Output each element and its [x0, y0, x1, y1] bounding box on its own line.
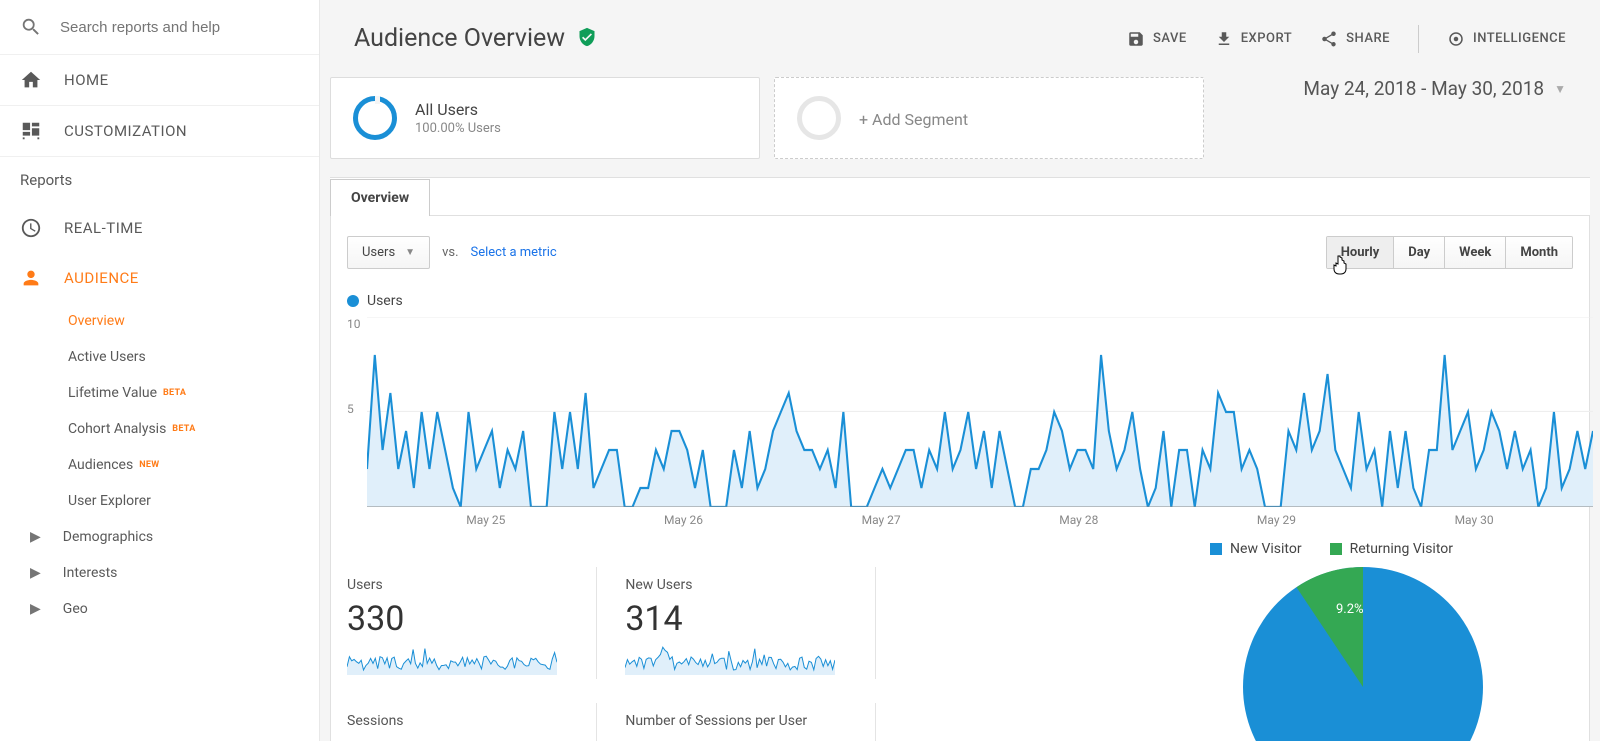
header-bar: Audience Overview SAVE EXPORT SHARE — [320, 0, 1600, 77]
export-icon — [1215, 30, 1233, 48]
granularity-switch: Hourly Day Week Month — [1326, 236, 1573, 269]
sidebar-item-customization[interactable]: CUSTOMIZATION — [0, 106, 319, 156]
divider — [1418, 25, 1419, 53]
sidebar-sub-lifetime-value[interactable]: Lifetime ValueBETA — [0, 375, 319, 411]
granularity-week[interactable]: Week — [1444, 237, 1505, 268]
export-button[interactable]: EXPORT — [1215, 30, 1292, 48]
page-title: Audience Overview — [354, 24, 565, 53]
granularity-hourly[interactable]: Hourly — [1327, 237, 1394, 268]
caret-icon: ▶ — [30, 601, 41, 617]
sidebar-sub-user-explorer[interactable]: User Explorer — [0, 483, 319, 519]
add-segment-label: + Add Segment — [859, 110, 968, 129]
metric-users: Users 330 — [347, 567, 596, 679]
pie-chart: 9.2% — [1153, 557, 1573, 741]
metric-sessions: Sessions 358 — [347, 703, 596, 741]
tabs: Overview — [330, 178, 1590, 215]
segment-title: All Users — [415, 100, 501, 119]
legend-square-icon — [1330, 543, 1342, 555]
segment-row: All Users 100.00% Users + Add Segment Ma… — [330, 77, 1590, 159]
select-metric-link[interactable]: Select a metric — [471, 245, 557, 260]
granularity-month[interactable]: Month — [1505, 237, 1572, 268]
sidebar: HOME CUSTOMIZATION Reports REAL-TIME AUD… — [0, 0, 320, 741]
main-content: Audience Overview SAVE EXPORT SHARE — [320, 0, 1600, 741]
reports-header: Reports — [0, 157, 319, 203]
save-icon — [1127, 30, 1145, 48]
sidebar-sub-cohort-analysis[interactable]: Cohort AnalysisBETA — [0, 411, 319, 447]
sidebar-item-label: AUDIENCE — [64, 269, 139, 287]
sidebar-sub-active-users[interactable]: Active Users — [0, 339, 319, 375]
sidebar-item-home[interactable]: HOME — [0, 55, 319, 105]
chart-legend: Users — [347, 293, 1573, 309]
intelligence-icon — [1447, 30, 1465, 48]
tab-overview[interactable]: Overview — [330, 179, 430, 216]
sidebar-item-label: CUSTOMIZATION — [64, 122, 187, 140]
caret-icon: ▶ — [30, 565, 41, 581]
metric-dropdown[interactable]: Users ▼ — [347, 236, 430, 269]
sparkline — [625, 645, 835, 675]
pie-legend: New Visitor Returning Visitor — [347, 541, 1573, 557]
search-icon — [20, 16, 42, 38]
add-segment-button[interactable]: + Add Segment — [774, 77, 1204, 159]
panel: Overview Users ▼ vs. Select a metric Hou… — [330, 177, 1590, 741]
search-input[interactable] — [60, 19, 299, 36]
sidebar-sub-audiences[interactable]: AudiencesNEW — [0, 447, 319, 483]
controls-row: Users ▼ vs. Select a metric Hourly Day W… — [347, 236, 1573, 269]
verified-shield-icon — [577, 27, 597, 51]
header-actions: SAVE EXPORT SHARE INTELLIGENCE — [1127, 25, 1566, 53]
sidebar-item-label: HOME — [64, 71, 109, 89]
sidebar-sub-demographics[interactable]: ▶Demographics — [0, 519, 319, 555]
sidebar-sub-geo[interactable]: ▶Geo — [0, 591, 319, 627]
segment-subtitle: 100.00% Users — [415, 121, 501, 136]
intelligence-button[interactable]: INTELLIGENCE — [1447, 30, 1566, 48]
dropdown-triangle-icon: ▼ — [405, 247, 415, 258]
sidebar-item-realtime[interactable]: REAL-TIME — [0, 203, 319, 253]
users-chart: 10 5 — [347, 317, 1573, 507]
segment-ring-icon — [353, 96, 397, 140]
home-icon — [20, 69, 42, 91]
sparkline — [347, 645, 557, 675]
share-icon — [1320, 30, 1338, 48]
dropdown-triangle-icon: ▼ — [1554, 82, 1566, 96]
metric-empty — [875, 567, 1153, 679]
sidebar-item-audience[interactable]: AUDIENCE — [0, 253, 319, 303]
segment-all-users[interactable]: All Users 100.00% Users — [330, 77, 760, 159]
sidebar-item-label: REAL-TIME — [64, 219, 143, 237]
metrics-section: Users 330 New Users 314 — [347, 557, 1573, 741]
sidebar-sub-overview[interactable]: Overview — [0, 303, 319, 339]
date-range-picker[interactable]: May 24, 2018 - May 30, 2018 ▼ — [1303, 77, 1590, 100]
metric-new-users: New Users 314 — [596, 567, 874, 679]
person-icon — [20, 267, 42, 289]
vs-label: vs. — [442, 245, 458, 260]
clock-icon — [20, 217, 42, 239]
search-row — [0, 0, 319, 55]
legend-square-icon — [1210, 543, 1222, 555]
save-button[interactable]: SAVE — [1127, 30, 1187, 48]
svg-text:9.2%: 9.2% — [1336, 602, 1364, 617]
metric-sessions-per-user: Number of Sessions per User 1.08 — [596, 703, 874, 741]
segment-ring-icon — [797, 96, 841, 140]
sidebar-sub-interests[interactable]: ▶Interests — [0, 555, 319, 591]
caret-icon: ▶ — [30, 529, 41, 545]
share-button[interactable]: SHARE — [1320, 30, 1390, 48]
legend-dot-icon — [347, 295, 359, 307]
granularity-day[interactable]: Day — [1393, 237, 1444, 268]
chart-xaxis: May 25 May 26 May 27 May 28 May 29 May 3… — [347, 513, 1573, 527]
dashboard-icon — [20, 120, 42, 142]
